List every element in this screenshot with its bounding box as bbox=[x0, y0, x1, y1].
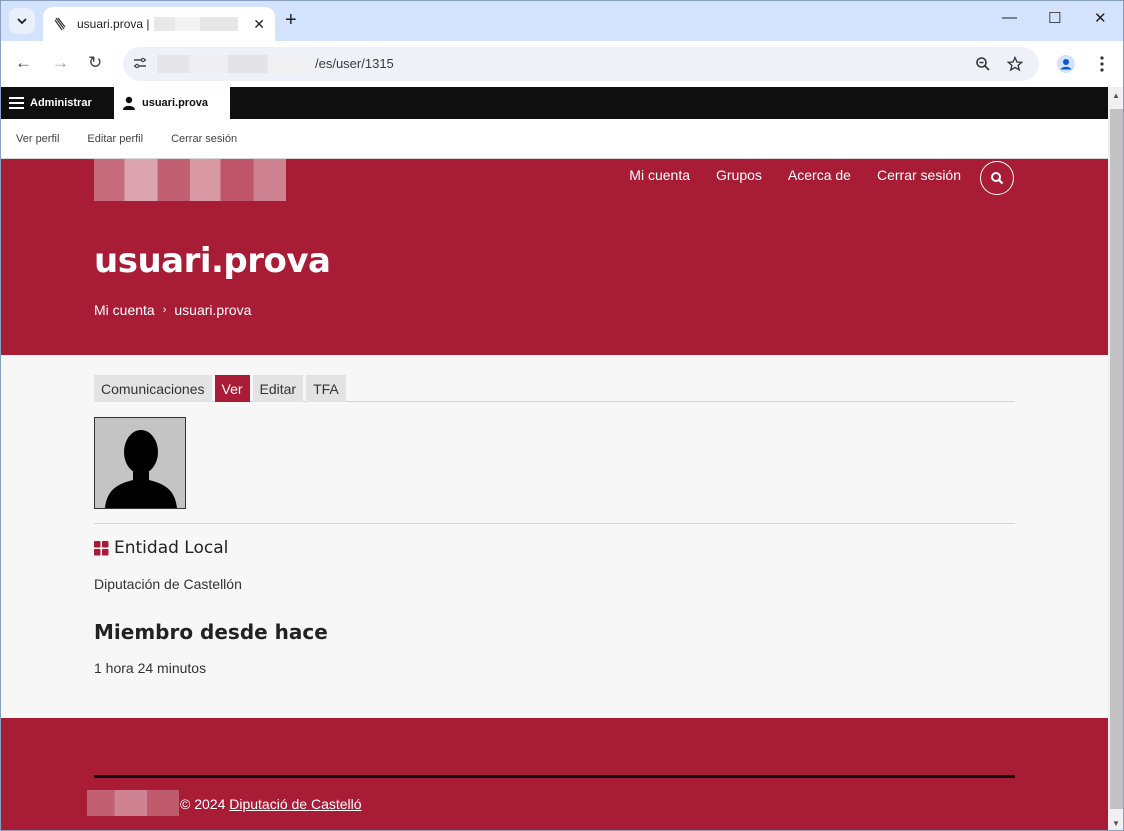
scroll-thumb[interactable] bbox=[1110, 109, 1123, 809]
forward-arrow-icon[interactable]: → bbox=[52, 53, 69, 73]
hamburger-icon bbox=[9, 97, 24, 109]
entity-label-text: Entidad Local bbox=[114, 538, 229, 558]
admin-toolbar: Administrar usuari.prova bbox=[1, 87, 1108, 119]
new-tab-button[interactable]: + bbox=[285, 9, 297, 32]
nav-acerca-de[interactable]: Acerca de bbox=[788, 167, 851, 183]
zoom-icon[interactable] bbox=[975, 56, 991, 72]
page-scrollbar[interactable]: ▲ ▼ bbox=[1108, 87, 1123, 830]
default-user-silhouette-icon bbox=[105, 430, 177, 508]
close-icon[interactable]: ✕ bbox=[253, 16, 265, 33]
footer-logo-redacted bbox=[87, 790, 179, 816]
member-since-value: 1 hora 24 minutos bbox=[94, 660, 207, 676]
admin-user-button[interactable]: usuari.prova bbox=[114, 87, 230, 119]
grid-icon bbox=[94, 540, 109, 555]
search-button[interactable] bbox=[980, 161, 1014, 195]
scroll-down-arrow-icon[interactable]: ▼ bbox=[1112, 819, 1120, 828]
breadcrumb-home[interactable]: Mi cuenta bbox=[94, 302, 155, 318]
nav-mi-cuenta[interactable]: Mi cuenta bbox=[629, 167, 690, 183]
address-bar[interactable]: /es/user/1315 bbox=[123, 47, 1039, 81]
divider bbox=[94, 523, 1015, 524]
site-header: Mi cuenta Grupos Acerca de Cerrar sesión… bbox=[1, 159, 1108, 355]
minimize-icon[interactable]: — bbox=[1002, 9, 1017, 26]
main-content: Comunicaciones Ver Editar TFA Entidad Lo… bbox=[94, 375, 1015, 676]
reload-icon[interactable]: ↻ bbox=[88, 53, 102, 73]
page-viewport: Administrar usuari.prova Ver perfil Edit… bbox=[1, 87, 1108, 830]
tray-link-cerrar-sesion[interactable]: Cerrar sesión bbox=[171, 133, 237, 145]
maximize-icon[interactable]: ☐ bbox=[1048, 9, 1061, 27]
tray-link-editar-perfil[interactable]: Editar perfil bbox=[87, 133, 143, 145]
tab-editar[interactable]: Editar bbox=[252, 375, 304, 402]
browser-toolbar: ← → ↻ /es/user/1315 bbox=[1, 41, 1123, 87]
star-icon[interactable] bbox=[1007, 56, 1023, 72]
tab-search-button[interactable] bbox=[9, 8, 35, 34]
chevron-down-icon bbox=[17, 18, 27, 25]
breadcrumb: Mi cuenta › usuari.prova bbox=[94, 302, 251, 318]
window-close-icon[interactable]: ✕ bbox=[1094, 9, 1107, 27]
admin-menu-button[interactable]: Administrar bbox=[9, 87, 92, 119]
kebab-menu-icon[interactable] bbox=[1099, 55, 1105, 73]
breadcrumb-separator: › bbox=[162, 304, 167, 316]
address-host-redacted bbox=[157, 55, 315, 73]
entity-field-label: Entidad Local bbox=[94, 538, 1015, 558]
browser-tab[interactable]: usuari.prova | ✕ bbox=[43, 7, 275, 41]
site-logo-redacted[interactable] bbox=[94, 159, 286, 201]
tab-comunicaciones[interactable]: Comunicaciones bbox=[94, 375, 212, 402]
person-icon bbox=[123, 96, 135, 110]
admin-menu-label: Administrar bbox=[30, 97, 92, 109]
breadcrumb-current: usuari.prova bbox=[174, 302, 252, 318]
local-tasks: Comunicaciones Ver Editar TFA bbox=[94, 375, 1015, 402]
entity-value: Diputación de Castellón bbox=[94, 576, 242, 592]
browser-window: usuari.prova | ✕ + — ☐ ✕ ← → ↻ /es/user/… bbox=[0, 0, 1124, 831]
main-navigation: Mi cuenta Grupos Acerca de Cerrar sesión bbox=[629, 167, 961, 183]
site-favicon-icon bbox=[54, 17, 66, 31]
copyright-text: © 2024 bbox=[180, 796, 226, 812]
scroll-up-arrow-icon[interactable]: ▲ bbox=[1112, 91, 1120, 100]
tab-tfa[interactable]: TFA bbox=[306, 375, 346, 402]
profile-icon[interactable] bbox=[1057, 55, 1075, 73]
member-since-heading: Miembro desde hace bbox=[94, 620, 328, 644]
footer-copyright: © 2024 Diputació de Castelló bbox=[180, 796, 362, 812]
search-icon bbox=[991, 172, 1004, 185]
address-path: /es/user/1315 bbox=[315, 56, 394, 71]
nav-cerrar-sesion[interactable]: Cerrar sesión bbox=[877, 167, 961, 183]
site-footer: © 2024 Diputació de Castelló bbox=[1, 718, 1108, 830]
back-arrow-icon[interactable]: ← bbox=[15, 53, 32, 73]
page-title: usuari.prova bbox=[94, 241, 331, 281]
tab-title: usuari.prova | bbox=[77, 17, 150, 31]
tab-ver[interactable]: Ver bbox=[214, 375, 250, 402]
footer-divider bbox=[94, 775, 1015, 778]
tab-strip: usuari.prova | ✕ + — ☐ ✕ bbox=[1, 1, 1123, 41]
admin-user-label: usuari.prova bbox=[142, 97, 209, 109]
tray-link-ver-perfil[interactable]: Ver perfil bbox=[16, 133, 59, 145]
footer-link-diputacio[interactable]: Diputació de Castelló bbox=[229, 796, 361, 812]
nav-grupos[interactable]: Grupos bbox=[716, 167, 762, 183]
admin-tray: Ver perfil Editar perfil Cerrar sesión bbox=[1, 119, 1108, 159]
tab-title-redacted bbox=[153, 17, 238, 31]
tune-icon[interactable] bbox=[133, 56, 147, 70]
avatar bbox=[94, 417, 186, 509]
